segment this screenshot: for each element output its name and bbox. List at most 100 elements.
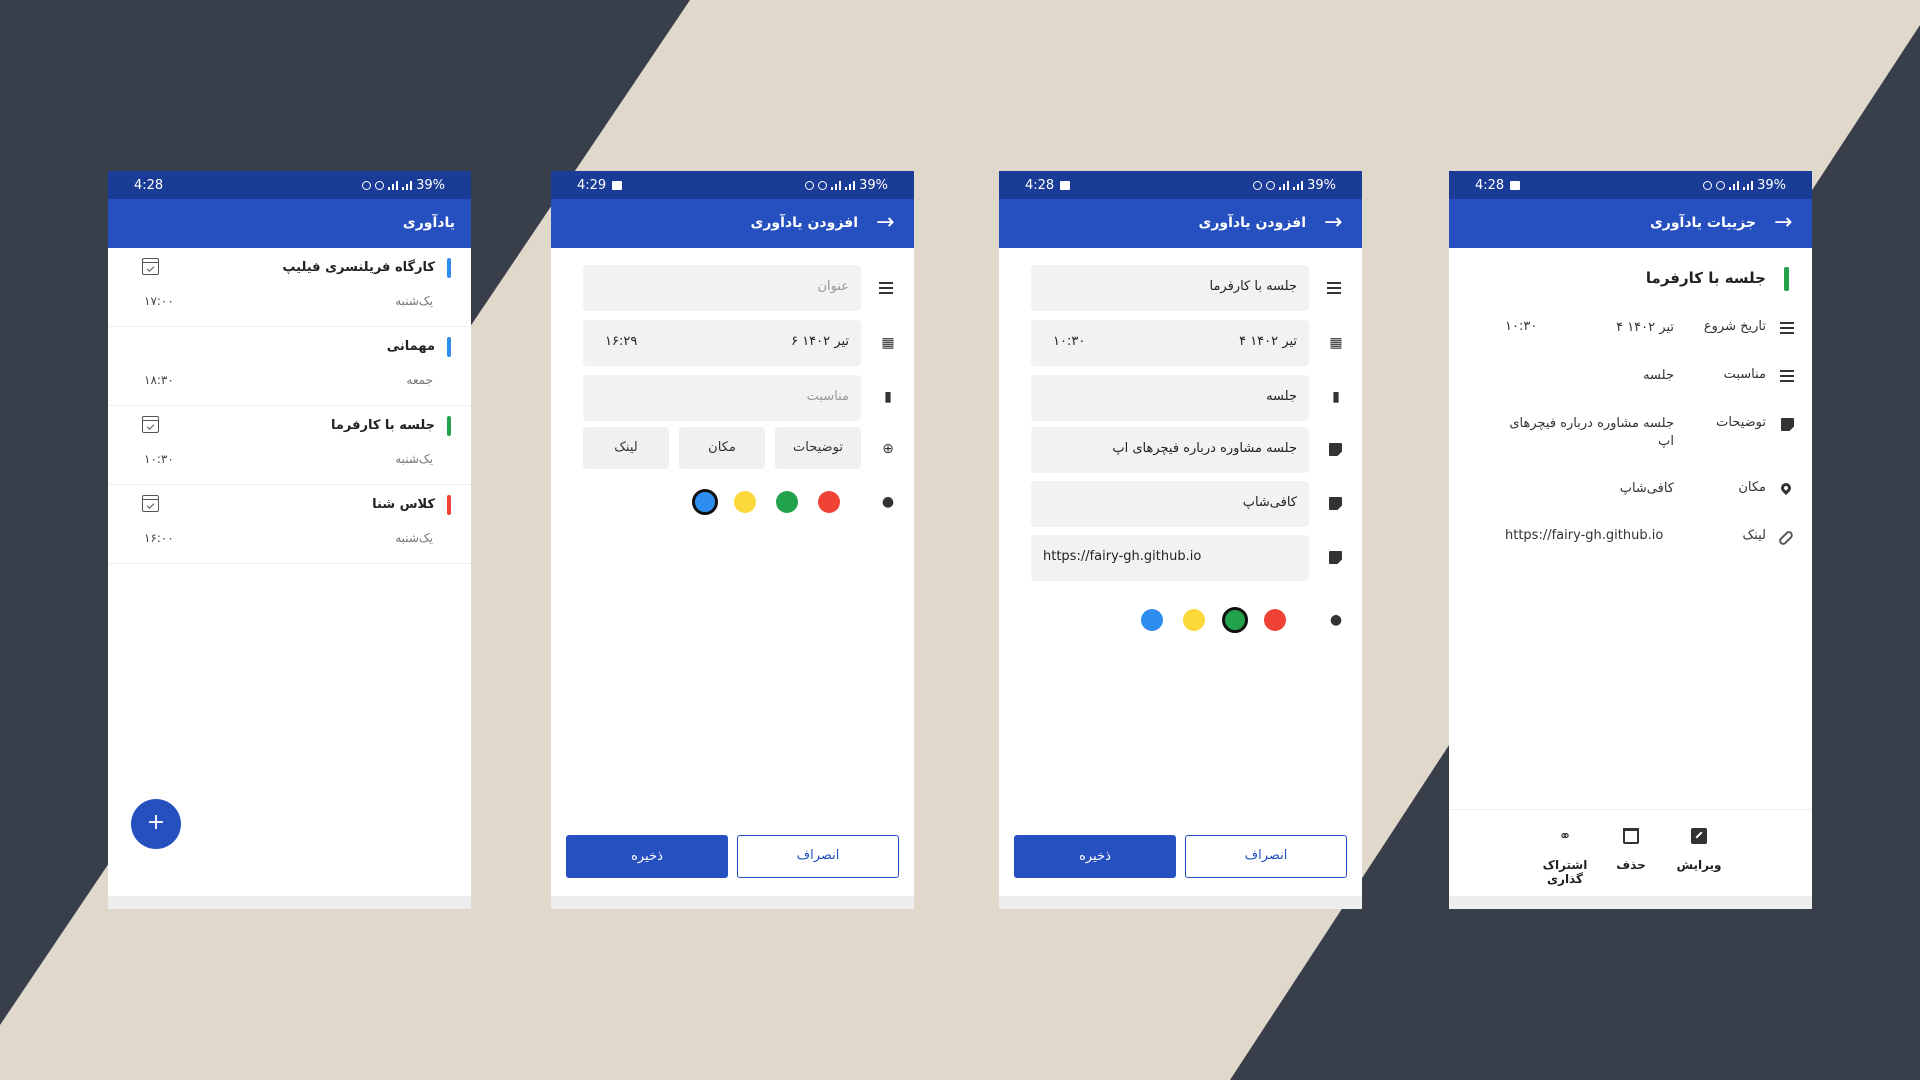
date-value: ۶ تیر ۱۴۰۲	[791, 334, 849, 349]
color-red[interactable]	[818, 491, 840, 513]
location-label: مکان	[1738, 480, 1766, 495]
start-time: ۱۰:۳۰	[1505, 319, 1538, 334]
app-bar: یادآوری	[108, 199, 471, 248]
title-input[interactable]: جلسه با کارفرما	[1031, 265, 1309, 311]
color-drop-icon: ●	[1329, 612, 1343, 628]
image-notification-icon	[612, 181, 623, 190]
color-blue[interactable]	[1141, 609, 1163, 631]
date-time-field[interactable]: ۴ تیر ۱۴۰۲ ۱۰:۳۰	[1031, 320, 1309, 366]
status-time: 4:29	[577, 178, 607, 193]
add-reminder-button[interactable]: +	[131, 799, 181, 849]
reminder-day: یک‌شنبه	[395, 294, 433, 308]
signal-icon	[1743, 181, 1754, 190]
status-time: 4:28	[134, 178, 164, 193]
share-label: اشتراک گذاری	[1542, 858, 1588, 886]
occasion-input[interactable]: جلسه	[1031, 375, 1309, 421]
link-input[interactable]: https://fairy-gh.github.io	[1031, 535, 1309, 581]
cancel-button[interactable]: انصراف	[737, 835, 899, 878]
lines-icon	[1780, 322, 1794, 334]
edit-button[interactable]: ویرایش	[1659, 828, 1739, 872]
reminder-time: ۱۷:۰۰	[144, 294, 174, 308]
alarm-icon	[1253, 181, 1263, 190]
back-arrow-icon[interactable]: →	[1774, 212, 1796, 234]
page-title: افزودن یادآوری	[750, 215, 858, 231]
note-icon	[1329, 551, 1342, 564]
reminder-title: کارگاه فریلنسری فیلیپ	[282, 260, 435, 275]
back-arrow-icon[interactable]: →	[876, 212, 898, 234]
start-label: تاریخ شروع	[1703, 319, 1766, 334]
time-value: ۱۶:۲۹	[605, 334, 638, 349]
description-input[interactable]: جلسه مشاوره درباره فیچرهای اپ	[1031, 427, 1309, 473]
reminder-day: جمعه	[406, 373, 433, 387]
add-circle-icon: ⊕	[882, 441, 894, 457]
status-time: 4:28	[1475, 178, 1505, 193]
reminder-time: ۱۸:۳۰	[144, 373, 174, 387]
link-value[interactable]: https://fairy-gh.github.io	[1505, 528, 1663, 543]
title-input[interactable]: عنوان	[583, 265, 861, 311]
color-green-selected[interactable]	[1222, 607, 1248, 633]
share-button[interactable]: ⚭ اشتراک گذاری	[1525, 828, 1605, 886]
edit-label: ویرایش	[1676, 858, 1722, 872]
back-arrow-icon[interactable]: →	[1324, 212, 1346, 234]
reminder-title: کلاس شنا	[372, 497, 435, 512]
calendar-check-icon	[142, 258, 159, 275]
link-chip[interactable]: لینک	[583, 427, 669, 469]
list-item[interactable]: مهمانی جمعه ۱۸:۳۰	[108, 327, 471, 406]
reminder-title: جلسه با کارفرما	[330, 418, 435, 433]
alarm-icon	[1703, 181, 1713, 190]
color-red[interactable]	[1264, 609, 1286, 631]
status-bar: 4:28 39%	[108, 171, 471, 199]
location-value: کافی‌شاپ	[1242, 495, 1297, 510]
description-chip[interactable]: توضیحات	[775, 427, 861, 469]
color-indicator	[447, 495, 451, 515]
cancel-button[interactable]: انصراف	[1185, 835, 1347, 878]
date-time-field[interactable]: ۶ تیر ۱۴۰۲ ۱۶:۲۹	[583, 320, 861, 366]
nav-strip	[108, 896, 471, 909]
list-item[interactable]: کلاس شنا یک‌شنبه ۱۶:۰۰	[108, 485, 471, 564]
screen-add-reminder-filled: 4:28 39% → افزودن یادآوری جلسه با کارفرم…	[999, 171, 1362, 909]
app-bar: → افزودن یادآوری	[999, 199, 1362, 248]
color-yellow[interactable]	[1183, 609, 1205, 631]
occasion-value: جلسه	[1643, 368, 1674, 383]
screen-reminder-details: 4:28 39% → جزییات یادآوری جلسه با کارفرم…	[1449, 171, 1812, 909]
color-yellow[interactable]	[734, 491, 756, 513]
color-indicator	[447, 416, 451, 436]
location-input[interactable]: کافی‌شاپ	[1031, 481, 1309, 527]
calendar-check-icon	[142, 416, 159, 433]
occasion-value: جلسه	[1266, 389, 1297, 404]
battery-percent: 39%	[1307, 178, 1336, 193]
list-item[interactable]: جلسه با کارفرما یک‌شنبه ۱۰:۳۰	[108, 406, 471, 485]
share-icon: ⚭	[1558, 827, 1572, 845]
location-value: کافی‌شاپ	[1619, 481, 1674, 496]
signal-icon	[388, 181, 399, 190]
status-bar: 4:28 39%	[999, 171, 1362, 199]
status-bar: 4:29 39%	[551, 171, 914, 199]
save-button[interactable]: ذخیره	[1014, 835, 1176, 878]
list-item[interactable]: کارگاه فریلنسری فیلیپ یک‌شنبه ۱۷:۰۰	[108, 248, 471, 327]
calendar-icon: ▦	[1329, 335, 1343, 351]
occasion-label: مناسبت	[1723, 367, 1766, 382]
description-value: جلسه مشاوره درباره فیچرهای اپ	[1509, 416, 1674, 449]
calendar-check-icon	[142, 495, 159, 512]
battery-percent: 39%	[416, 178, 445, 193]
nav-strip	[999, 896, 1362, 909]
page-title: افزودن یادآوری	[1198, 215, 1306, 231]
trash-icon	[1623, 828, 1639, 844]
color-green[interactable]	[776, 491, 798, 513]
note-icon	[1781, 418, 1794, 431]
delete-label: حذف	[1616, 858, 1646, 872]
gift-icon: ▮	[884, 389, 892, 405]
color-blue-selected[interactable]	[692, 489, 718, 515]
screen-add-reminder-empty: 4:29 39% → افزودن یادآوری عنوان ▦ ۶ تیر …	[551, 171, 914, 909]
date-value: ۴ تیر ۱۴۰۲	[1239, 334, 1297, 349]
link-value: https://fairy-gh.github.io	[1043, 549, 1202, 564]
title-lines-icon	[1327, 282, 1341, 294]
occasion-input[interactable]: مناسبت	[583, 375, 861, 421]
occasion-placeholder: مناسبت	[806, 389, 849, 404]
reminder-day: یک‌شنبه	[395, 531, 433, 545]
link-icon	[1777, 529, 1795, 547]
signal-icon	[1279, 181, 1290, 190]
save-button[interactable]: ذخیره	[566, 835, 728, 878]
reminder-day: یک‌شنبه	[395, 452, 433, 466]
location-chip[interactable]: مکان	[679, 427, 765, 469]
